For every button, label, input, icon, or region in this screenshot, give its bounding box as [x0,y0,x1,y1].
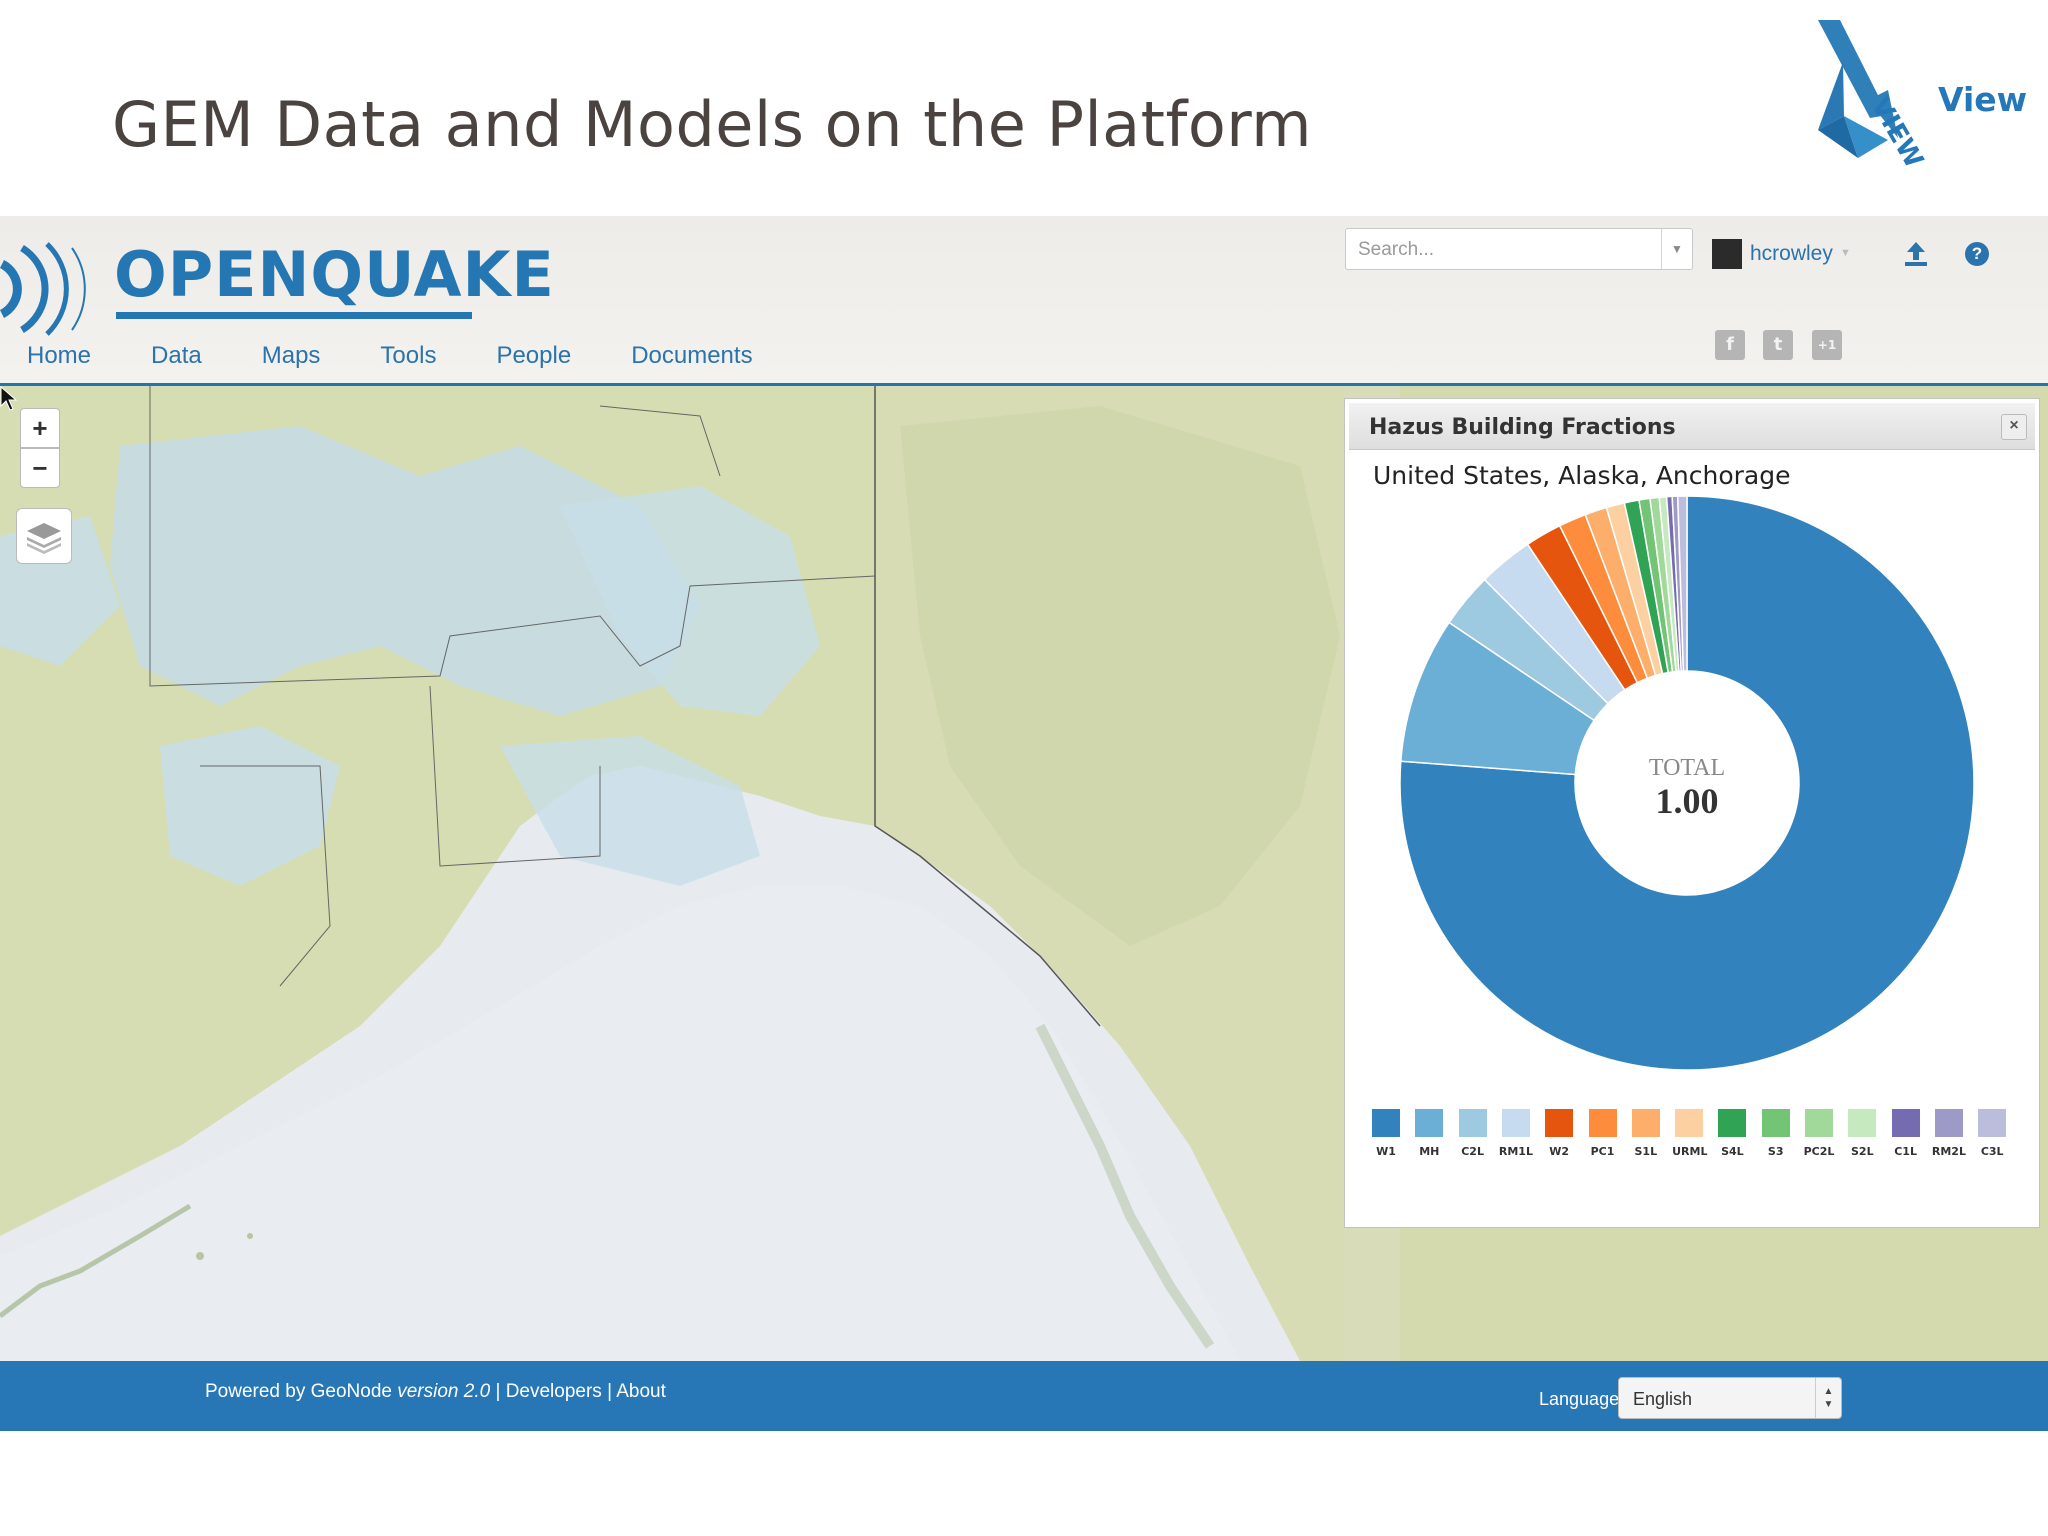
google-plus-icon[interactable]: +1 [1812,330,1842,360]
legend-item-pc1[interactable]: PC1 [1586,1109,1620,1158]
twitter-icon[interactable]: t [1763,330,1793,360]
xview-logo: VIEW [1818,20,1929,170]
donut-center-value: 1.00 [1656,781,1719,821]
footer-sep-2: | [601,1381,617,1402]
popup-header: Hazus Building Fractions × [1349,403,2035,450]
legend-swatch [1761,1109,1790,1137]
brand-logo[interactable]: OPENQUAKE [114,238,555,311]
developers-link[interactable]: Developers [506,1381,602,1402]
help-icon[interactable]: ? [1965,242,1989,266]
site-header: OPENQUAKE Home Data Maps Tools People Do… [0,216,2048,386]
legend-swatch [1675,1109,1704,1137]
openquake-rings-icon [0,242,86,336]
legend-swatch [1805,1109,1833,1137]
logo-word: View [1938,80,2028,119]
legend-item-c1l[interactable]: C1L [1889,1109,1923,1158]
legend-item-s3[interactable]: S3 [1759,1109,1793,1158]
legend-label: PC1 [1590,1145,1615,1158]
legend-swatch [1372,1109,1400,1137]
legend-swatch [1545,1109,1574,1137]
brand-underline [116,312,472,319]
main-nav: Home Data Maps Tools People Documents [27,342,813,370]
legend-item-urml[interactable]: URML [1672,1109,1708,1158]
user-caret-icon[interactable]: ▼ [1840,247,1851,259]
nav-data[interactable]: Data [151,342,202,370]
legend-item-rm2l[interactable]: RM2L [1932,1109,1966,1158]
zoom-out-button[interactable]: − [20,448,60,488]
legend-label: MH [1419,1145,1440,1158]
legend-label: S3 [1767,1145,1784,1158]
legend-item-c2l[interactable]: C2L [1456,1109,1490,1158]
language-select[interactable]: English ▲ ▼ [1618,1377,1842,1419]
legend-swatch [1848,1109,1877,1137]
language-value: English [1633,1389,1693,1409]
user-avatar[interactable] [1712,239,1742,269]
legend-item-w2[interactable]: W2 [1542,1109,1576,1158]
close-icon[interactable]: × [2001,414,2027,440]
legend-label: S2L [1851,1145,1874,1158]
legend-item-s2l[interactable]: S2L [1845,1109,1879,1158]
legend-item-s1l[interactable]: S1L [1629,1109,1663,1158]
legend-label: URML [1672,1145,1708,1158]
legend-swatch [1891,1109,1920,1137]
legend-swatch [1631,1109,1660,1137]
logo-mark-text: VIEW [1865,92,1929,170]
nav-tools[interactable]: Tools [380,342,436,370]
donut-center-label: TOTAL [1649,755,1725,781]
legend-swatch [1501,1109,1530,1137]
search-dropdown-icon[interactable]: ▼ [1661,229,1692,269]
legend-swatch [1458,1109,1487,1137]
mouse-cursor-icon [0,386,18,411]
chart-legend: W1 MH C2L RM1L W2 PC1 S1L URML S4L S3 PC2L S2L C1L RM… [1369,1109,2029,1179]
layers-icon [27,523,61,554]
footer-version: version 2.0 [397,1381,491,1402]
hazus-popup: TOTAL 1.00 Hazus Building Fractions × Uni… [1344,398,2040,1228]
nav-documents[interactable]: Documents [631,342,752,370]
legend-swatch [1718,1109,1747,1137]
footer-credits: Powered by GeoNode version 2.0 | Develop… [205,1381,666,1403]
footer-sep-1: | [490,1381,506,1402]
legend-label: W2 [1549,1145,1570,1158]
popup-location: United States, Alaska, Anchorage [1373,461,1791,490]
legend-swatch [1415,1109,1444,1137]
legend-label: C2L [1461,1145,1484,1158]
legend-item-pc2l[interactable]: PC2L [1802,1109,1836,1158]
legend-swatch [1934,1109,1963,1137]
zoom-in-button[interactable]: + [20,408,60,448]
upload-icon[interactable] [1902,240,1930,268]
legend-item-mh[interactable]: MH [1412,1109,1446,1158]
nav-people[interactable]: People [496,342,571,370]
legend-label: S1L [1634,1145,1658,1158]
legend-label: RM2L [1931,1145,1966,1158]
legend-item-c3l[interactable]: C3L [1975,1109,2009,1158]
select-arrows-icon: ▲ ▼ [1815,1378,1841,1418]
legend-item-w1[interactable]: W1 [1369,1109,1403,1158]
nav-home[interactable]: Home [27,342,91,370]
facebook-icon[interactable]: f [1715,330,1745,360]
user-menu[interactable]: hcrowley [1750,242,1833,266]
site-footer: Powered by GeoNode version 2.0 | Develop… [0,1361,2048,1431]
layers-button[interactable] [16,508,72,564]
about-link[interactable]: About [616,1381,666,1402]
legend-label: S4L [1721,1145,1744,1158]
nav-maps[interactable]: Maps [262,342,321,370]
footer-powered: Powered by GeoNode [205,1381,398,1402]
legend-swatch [1588,1109,1617,1137]
donut-chart: TOTAL1.00 [1399,495,1975,1071]
slide-title: GEM Data and Models on the Platform [112,88,1313,161]
legend-item-s4l[interactable]: S4L [1715,1109,1749,1158]
search-input[interactable] [1346,229,1676,271]
popup-title: Hazus Building Fractions [1369,415,1676,440]
legend-label: C1L [1894,1145,1917,1158]
language-label: Language [1539,1389,1620,1409]
legend-label: PC2L [1803,1145,1835,1158]
legend-label: W1 [1376,1145,1396,1158]
legend-label: C3L [1980,1145,2004,1158]
legend-label: RM1L [1498,1145,1533,1158]
legend-item-rm1l[interactable]: RM1L [1499,1109,1533,1158]
legend-swatch [1978,1109,2007,1137]
search-box: ▼ [1345,228,1693,271]
